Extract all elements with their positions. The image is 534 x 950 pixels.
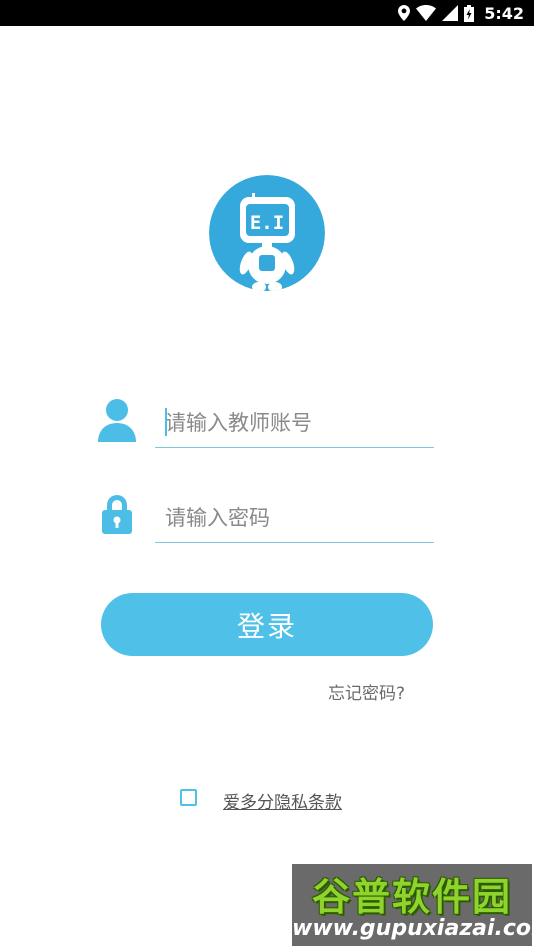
password-input[interactable] (155, 493, 434, 543)
battery-charging-icon (464, 4, 475, 22)
user-icon (98, 398, 136, 446)
watermark-title: 谷普软件园 (311, 875, 512, 919)
app-logo: E.I (209, 175, 325, 291)
status-bar: 5:42 (0, 0, 534, 26)
watermark-url: www.gupuxiazai.com (292, 916, 532, 941)
status-time: 5:42 (484, 3, 524, 23)
logo-text: E.I (250, 212, 284, 234)
account-field-row (98, 398, 434, 450)
robot-mascot-logo: E.I (209, 175, 325, 291)
forgot-password-link[interactable]: 忘记密码? (328, 679, 405, 704)
privacy-policy-link[interactable]: 爱多分隐私条款 (223, 788, 342, 813)
watermark: 谷普软件园 www.gupuxiazai.com (292, 864, 532, 946)
text-caret (165, 408, 167, 436)
login-button[interactable]: 登录 (101, 593, 433, 656)
account-input[interactable] (155, 398, 434, 448)
password-field-row (98, 493, 434, 545)
signal-icon (442, 5, 459, 21)
lock-icon (98, 493, 136, 541)
location-icon (398, 5, 411, 21)
privacy-checkbox[interactable] (180, 789, 197, 806)
wifi-icon (416, 5, 437, 21)
status-icons: 5:42 (398, 0, 524, 26)
